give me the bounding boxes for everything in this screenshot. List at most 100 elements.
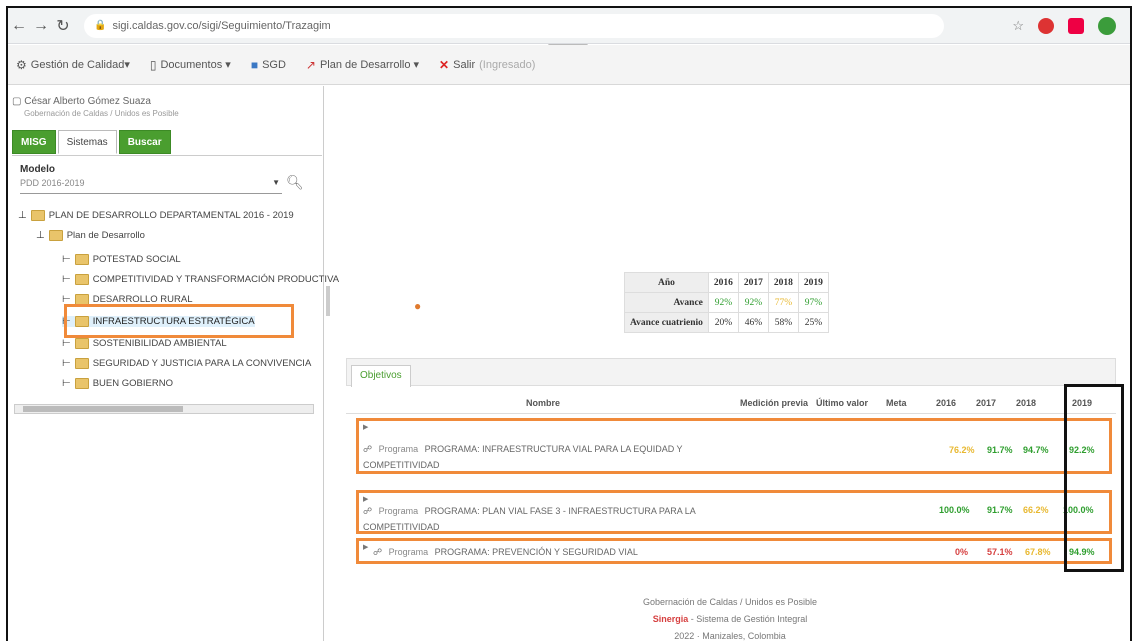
left-tabs: MISG Sistemas Buscar <box>12 130 322 156</box>
value-2017: 91.7% <box>987 445 1013 455</box>
chart-icon: ☍ <box>363 444 373 454</box>
value-2016: 100.0% <box>939 505 970 515</box>
user-subtitle: Gobernación de Caldas / Unidos es Posibl… <box>24 109 179 118</box>
chart-icon: ☍ <box>363 506 373 516</box>
main-panel: ● Año 2016 2017 2018 2019 Avance 92% 92%… <box>330 86 1130 641</box>
tab-misg[interactable]: MISG <box>12 130 56 154</box>
row-name: ☍ Programa PROGRAMA: PREVENCIÓN Y SEGURI… <box>373 547 638 557</box>
scroll-thumb[interactable] <box>23 406 183 412</box>
folder-icon <box>74 358 89 369</box>
extension-icon-red[interactable] <box>1038 17 1054 34</box>
footer-line3: 2022 · Manizales, Colombia <box>674 631 786 641</box>
star-icon[interactable]: ☆ <box>1012 18 1024 34</box>
browser-window: ← → ↻ 🔒 sigi.caldas.gov.co/sigi/Seguimie… <box>6 6 1132 641</box>
left-panel: ▢ César Alberto Gómez Suaza Gobernación … <box>8 86 339 641</box>
modelo-label: Modelo <box>20 164 55 175</box>
avance-cell: 92% <box>707 292 739 313</box>
cuatrienio-cell: 46% <box>737 312 769 333</box>
col-2016[interactable]: 2016 <box>936 398 956 408</box>
cuatrienio-label: Avance cuatrienio <box>624 312 709 333</box>
gear-icon: ⚙ <box>16 57 27 72</box>
address-bar[interactable]: 🔒 sigi.caldas.gov.co/sigi/Seguimiento/Tr… <box>84 13 944 38</box>
profile-avatar[interactable] <box>1098 16 1116 35</box>
value-2017: 57.1% <box>987 547 1013 557</box>
value-2016: 76.2% <box>949 445 975 455</box>
tree-item[interactable]: ⊢ SEGURIDAD Y JUSTICIA PARA LA CONVIVENC… <box>62 358 311 369</box>
user-icon: ▢ <box>12 96 22 107</box>
extension-icon-pdf[interactable] <box>1068 17 1084 34</box>
search-icon[interactable]: 🔍︎ <box>286 174 304 191</box>
menu-gestion-calidad[interactable]: ⚙ Gestión de Calidad▾ <box>16 58 130 72</box>
tree-root[interactable]: ⊥ PLAN DE DESARROLLO DEPARTAMENTAL 2016 … <box>18 210 294 221</box>
tree-item[interactable]: ⊢ BUEN GOBIERNO <box>62 378 173 389</box>
expand-icon[interactable]: ⊥ <box>36 230 45 241</box>
col-ultimo-valor[interactable]: Último valor <box>816 398 868 408</box>
year-label: Año <box>624 272 709 293</box>
folder-icon <box>48 230 63 241</box>
tab-sistemas[interactable]: Sistemas <box>57 130 117 154</box>
expand-arrow-icon[interactable]: ▶ <box>363 543 368 551</box>
year-cell: 2018 <box>767 272 799 293</box>
menu-salir[interactable]: ✕ Salir (Ingresado) <box>439 58 535 72</box>
value-2018: 94.7% <box>1023 445 1049 455</box>
lock-icon: 🔒 <box>94 20 107 31</box>
cuatrienio-cell: 25% <box>797 312 829 333</box>
tree-item[interactable]: ⊢ SOSTENIBILIDAD AMBIENTAL <box>62 338 227 349</box>
tab-buscar[interactable]: Buscar <box>118 130 171 154</box>
modelo-value: PDD 2016-2019 <box>20 178 85 188</box>
modelo-select[interactable]: PDD 2016-2019 ▼ <box>20 178 282 194</box>
menu-plan-desarrollo[interactable]: ↗ Plan de Desarrollo ▾ <box>306 58 419 72</box>
close-icon: ✕ <box>439 57 450 72</box>
row-name: ☍ Programa PROGRAMA: INFRAESTRUCTURA VIA… <box>363 444 683 470</box>
year-cell: 2017 <box>737 272 769 293</box>
objetivos-header: Nombre Medición previa Último valor Meta… <box>346 392 1116 414</box>
tree-plan[interactable]: ⊥ Plan de Desarrollo <box>36 230 145 241</box>
forward-icon[interactable]: → <box>30 17 52 35</box>
user-info: ▢ César Alberto Gómez Suaza Gobernación … <box>12 96 179 118</box>
menu-documentos[interactable]: ▯ Documentos ▾ <box>150 58 231 72</box>
folder-icon <box>74 274 89 285</box>
value-2018: 66.2% <box>1023 505 1049 515</box>
folder-icon <box>74 338 89 349</box>
chart-icon: ↗ <box>305 57 316 72</box>
footer-line2: Sinergia - Sistema de Gestión Integral <box>652 614 808 624</box>
status-dot: ● <box>414 299 422 313</box>
cuatrienio-cell: 20% <box>707 312 739 333</box>
value-2017: 91.7% <box>987 505 1013 515</box>
value-2016: 0% <box>955 547 969 557</box>
table-row[interactable]: ▶ ☍ Programa PROGRAMA: PREVENCIÓN Y SEGU… <box>356 538 1112 564</box>
footer: Gobernación de Caldas / Unidos es Posibl… <box>330 594 1130 641</box>
year-cell: 2019 <box>797 272 829 293</box>
tree-item[interactable]: ⊢ COMPETITIVIDAD Y TRANSFORMACIÓN PRODUC… <box>62 274 339 285</box>
year-cell: 2016 <box>707 272 739 293</box>
browser-chrome: ← → ↻ 🔒 sigi.caldas.gov.co/sigi/Seguimie… <box>8 8 1130 44</box>
horizontal-scrollbar[interactable] <box>14 404 314 414</box>
menu-sgd[interactable]: ■ SGD <box>251 58 286 72</box>
reload-icon[interactable]: ↻ <box>52 16 74 36</box>
highlight-box <box>64 304 294 338</box>
expand-icon[interactable]: ⊥ <box>18 210 27 221</box>
objetivos-tabbar: Objetivos <box>346 358 1116 387</box>
expand-arrow-icon[interactable]: ▶ <box>363 423 368 431</box>
table-row[interactable]: ▶ ☍ Programa PROGRAMA: INFRAESTRUCTURA V… <box>356 418 1112 474</box>
avance-label: Avance <box>624 292 709 313</box>
tree-item[interactable]: ⊢ POTESTAD SOCIAL <box>62 254 181 265</box>
folder-icon <box>30 210 45 221</box>
tab-objetivos[interactable]: Objetivos <box>351 365 411 387</box>
back-icon[interactable]: ← <box>8 17 30 35</box>
chart-icon: ☍ <box>373 547 383 557</box>
col-2018[interactable]: 2018 <box>1016 398 1036 408</box>
expand-arrow-icon[interactable]: ▶ <box>363 495 368 503</box>
table-row[interactable]: ▶ ☍ Programa PROGRAMA: PLAN VIAL FASE 3 … <box>356 490 1112 534</box>
year-2019-highlight <box>1064 384 1124 572</box>
document-icon: ▯ <box>149 57 157 72</box>
avance-cell: 92% <box>737 292 769 313</box>
col-medicion-previa[interactable]: Medición previa <box>740 398 808 408</box>
url-text: sigi.caldas.gov.co/sigi/Seguimiento/Traz… <box>112 19 331 32</box>
col-2017[interactable]: 2017 <box>976 398 996 408</box>
footer-brand[interactable]: Sinergia <box>653 614 689 624</box>
value-2018: 67.8% <box>1025 547 1051 557</box>
folder-icon <box>74 254 89 265</box>
col-nombre[interactable]: Nombre <box>526 398 560 408</box>
col-meta[interactable]: Meta <box>886 398 907 408</box>
